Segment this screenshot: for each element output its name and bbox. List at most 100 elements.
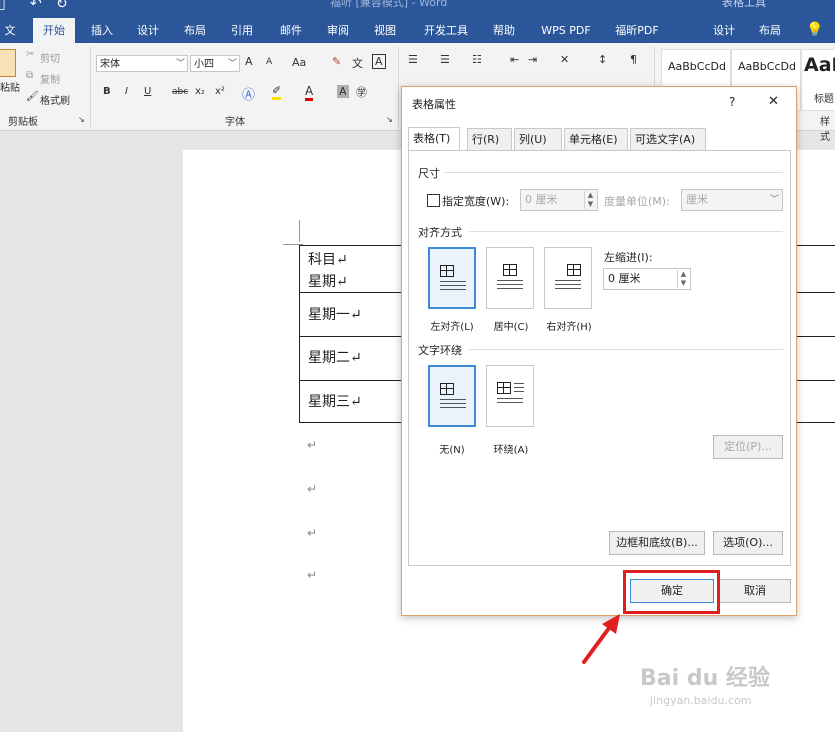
watermark-logo-text: Bai du 经验: [640, 666, 770, 691]
tab-wps-pdf[interactable]: WPS PDF: [534, 18, 598, 43]
copy-button[interactable]: 复制: [40, 71, 60, 86]
table-cell-text: 星期↵: [308, 274, 348, 290]
style-heading-name: 标题: [814, 94, 834, 105]
tab-review[interactable]: 审阅: [318, 18, 358, 43]
left-indent-label: 左缩进(I):: [604, 251, 653, 264]
watermark-url: jingyan.baidu.com: [650, 694, 752, 707]
numbering-icon[interactable]: ☰: [440, 53, 450, 66]
format-painter-button[interactable]: 格式刷: [40, 92, 70, 107]
redo-icon[interactable]: ↻: [56, 0, 68, 12]
spinner-icon[interactable]: ▲ ▼: [584, 191, 596, 209]
sort-icon[interactable]: ↕: [598, 53, 607, 66]
underline-button[interactable]: U: [144, 86, 151, 97]
help-button[interactable]: ?: [729, 95, 735, 109]
unit-select[interactable]: 厘米 ﹀: [681, 189, 783, 211]
clear-format-icon[interactable]: ✎: [332, 55, 341, 68]
undo-icon[interactable]: ↶: [30, 0, 42, 12]
align-right-option[interactable]: [544, 247, 592, 309]
text-effects-icon[interactable]: Ⓐ: [242, 84, 255, 103]
subscript-button[interactable]: x₂: [195, 86, 205, 97]
italic-button[interactable]: I: [125, 86, 128, 97]
tab-mailings[interactable]: 邮件: [271, 18, 311, 43]
increase-indent-icon[interactable]: ⇥: [528, 53, 537, 66]
tab-file[interactable]: 文件: [0, 18, 20, 62]
wrap-none-option[interactable]: [428, 365, 476, 427]
specify-width-checkbox[interactable]: [427, 194, 440, 207]
text-line: [514, 391, 524, 392]
paste-icon[interactable]: [0, 49, 16, 77]
borders-shading-button[interactable]: 边框和底纹(B)...: [609, 531, 705, 555]
char-border-button[interactable]: A: [372, 54, 386, 69]
save-icon[interactable]: ▯: [0, 0, 6, 12]
align-left-option[interactable]: [428, 247, 476, 309]
copy-icon[interactable]: ⧉: [26, 70, 33, 81]
table-cell-text: 星期三↵: [308, 394, 362, 410]
tab-table-design[interactable]: 设计: [704, 18, 744, 43]
spinner-icon[interactable]: ▲ ▼: [677, 270, 689, 288]
grow-font-button[interactable]: A: [245, 55, 253, 68]
asian-layout-icon[interactable]: ✕: [560, 53, 569, 66]
close-icon[interactable]: ✕: [768, 94, 779, 109]
cut-icon[interactable]: ✂: [26, 49, 34, 60]
format-painter-icon[interactable]: 🖌: [26, 91, 39, 102]
style-heading[interactable]: AaI 标题: [801, 49, 835, 111]
font-name-combo[interactable]: 宋体 ﹀: [96, 55, 188, 72]
dialog-title: 表格属性: [412, 98, 456, 111]
font-color-icon[interactable]: A: [305, 84, 314, 101]
text-line: [440, 407, 466, 408]
tab-alt-text[interactable]: 可选文字(A): [630, 128, 706, 150]
change-case-button[interactable]: Aa: [292, 56, 306, 69]
tab-developer[interactable]: 开发工具: [416, 18, 476, 43]
align-center-option[interactable]: [486, 247, 534, 309]
width-input[interactable]: 0 厘米 ▲ ▼: [520, 189, 598, 211]
wrap-around-option[interactable]: [486, 365, 534, 427]
char-shading-icon[interactable]: A: [337, 85, 349, 98]
tab-foxit-pdf[interactable]: 福昕PDF: [608, 18, 666, 43]
text-line: [440, 289, 466, 290]
align-left-label: 左对齐(L): [430, 322, 474, 333]
strikethrough-button[interactable]: abc: [172, 87, 188, 97]
tab-cell[interactable]: 单元格(E): [564, 128, 628, 150]
enclose-char-icon[interactable]: ㊫: [356, 84, 367, 100]
options-button[interactable]: 选项(O)...: [713, 531, 783, 555]
tell-me-lightbulb-icon[interactable]: 💡: [800, 18, 830, 43]
tab-table[interactable]: 表格(T): [408, 127, 460, 151]
unit-value: 厘米: [686, 193, 708, 206]
tab-layout[interactable]: 布局: [175, 18, 215, 43]
tab-help[interactable]: 帮助: [484, 18, 524, 43]
tab-home[interactable]: 开始: [33, 18, 75, 43]
tab-design[interactable]: 设计: [128, 18, 168, 43]
font-launcher-icon[interactable]: ↘: [386, 115, 393, 124]
cancel-button[interactable]: 取消: [719, 579, 791, 603]
multilevel-icon[interactable]: ☷: [472, 53, 482, 66]
title-tab-bar: ▯ ↶ ↻ 福听 [兼容模式] - Word 表格工具 文件 开始 插入 设计 …: [0, 0, 835, 62]
text-line: [440, 399, 466, 400]
superscript-button[interactable]: x²: [215, 86, 225, 97]
paste-label[interactable]: 粘贴: [0, 79, 20, 94]
left-indent-input[interactable]: 0 厘米 ▲ ▼: [603, 268, 691, 290]
section-divider: [469, 349, 783, 350]
bold-button[interactable]: B: [103, 86, 111, 97]
cut-button[interactable]: 剪切: [40, 50, 60, 65]
bullets-icon[interactable]: ☰: [408, 53, 418, 66]
table-tools-label: 表格工具: [722, 0, 766, 9]
font-size-combo[interactable]: 小四 ﹀: [190, 55, 240, 72]
window-title: 福听 [兼容模式] - Word: [330, 0, 448, 9]
highlight-icon[interactable]: ✐: [272, 84, 282, 100]
position-button[interactable]: 定位(P)...: [713, 435, 783, 459]
decrease-indent-icon[interactable]: ⇤: [510, 53, 519, 66]
section-divider: [445, 172, 783, 173]
tab-table-layout[interactable]: 布局: [750, 18, 790, 43]
tab-insert[interactable]: 插入: [82, 18, 122, 43]
tab-view[interactable]: 视图: [365, 18, 405, 43]
shrink-font-button[interactable]: A: [266, 57, 272, 67]
specify-width-label: 指定宽度(W):: [442, 195, 510, 208]
show-marks-icon[interactable]: ¶: [630, 53, 637, 66]
tab-references[interactable]: 引用: [222, 18, 262, 43]
text-line: [440, 403, 466, 404]
table-cell-text: 星期一↵: [308, 307, 362, 323]
clipboard-launcher-icon[interactable]: ↘: [78, 115, 85, 124]
tab-column[interactable]: 列(U): [514, 128, 562, 150]
phonetic-guide-icon[interactable]: 文: [352, 55, 363, 71]
tab-row[interactable]: 行(R): [467, 128, 512, 150]
